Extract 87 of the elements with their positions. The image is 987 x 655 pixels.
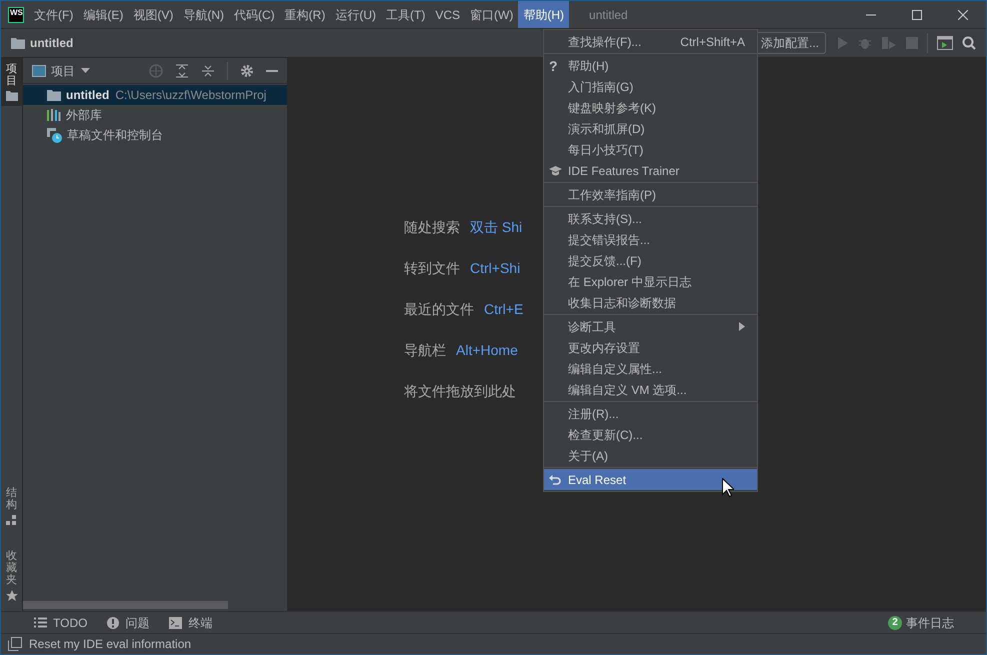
mouse-cursor-icon — [722, 478, 734, 497]
layout-toggle-icon[interactable] — [8, 637, 22, 651]
run-window-icon[interactable] — [937, 36, 953, 50]
menu-item[interactable]: 编辑(E) — [78, 1, 128, 28]
settings-icon[interactable] — [240, 64, 254, 78]
menu-item[interactable]: 在 Explorer 中显示日志 — [544, 271, 757, 292]
window-title: untitled — [589, 6, 628, 24]
tree-row[interactable]: 草稿文件和控制台 — [23, 125, 287, 145]
tree-row[interactable]: untitled C:\Users\uzzf\WebstormProj — [23, 85, 287, 105]
menu-item[interactable]: Eval Reset — [544, 469, 757, 490]
menu-item[interactable]: 窗口(W) — [465, 1, 518, 28]
menu-item[interactable]: 演示和抓屏(D) — [544, 118, 757, 139]
terminal-icon — [169, 616, 182, 628]
question-icon: ? — [549, 58, 558, 72]
menu-item[interactable]: 运行(U) — [330, 1, 382, 28]
tree-label: untitled — [66, 87, 110, 104]
folder-icon — [47, 89, 61, 101]
menu-item[interactable]: 文件(F) — [29, 1, 78, 28]
maximize-icon[interactable] — [912, 10, 922, 20]
menu-item[interactable]: 入门指南(G) — [544, 76, 757, 97]
menu-item[interactable]: 工作效率指南(P) — [544, 184, 757, 205]
menu-item[interactable]: 提交错误报告... — [544, 229, 757, 250]
tool-window-tab[interactable]: 终端 — [169, 614, 212, 632]
scratch-file-icon — [47, 128, 62, 142]
warning-icon — [107, 616, 120, 628]
scrollbar[interactable] — [23, 601, 228, 609]
hint-label: 导航栏 — [404, 341, 446, 360]
folder-icon — [11, 37, 25, 49]
menu-item[interactable]: 编辑自定义属性... — [544, 358, 757, 379]
menu-item[interactable]: 提交反馈...(F) — [544, 250, 757, 271]
tree-label: 草稿文件和控制台 — [67, 127, 163, 144]
shortcut-text: Ctrl+E — [484, 300, 524, 319]
menu-item[interactable]: ? 帮助(H) — [544, 55, 757, 76]
menu-item[interactable]: 诊断工具 — [544, 316, 757, 337]
shortcut-text: Ctrl+Shi — [470, 259, 520, 278]
panel-icon — [32, 64, 46, 76]
star-icon — [6, 590, 18, 602]
shortcut-text: 双击 Shi — [470, 218, 522, 237]
status-message: Reset my IDE eval information — [29, 636, 192, 653]
menu-item[interactable]: 更改内存设置 — [544, 337, 757, 358]
menu-item[interactable]: 检查更新(C)... — [544, 424, 757, 445]
graduation-cap-icon — [549, 166, 562, 176]
tree-label: 外部库 — [66, 107, 102, 124]
menu-item[interactable]: 每日小技巧(T) — [544, 139, 757, 160]
tool-window-tab[interactable]: TODO — [34, 614, 88, 632]
menu-item[interactable]: 联系支持(S)... — [544, 208, 757, 229]
tool-window-tab[interactable]: 问题 — [107, 614, 150, 632]
close-icon[interactable] — [958, 10, 968, 20]
hint-label: 随处搜索 — [404, 218, 460, 237]
breadcrumb-item[interactable]: untitled — [30, 34, 74, 52]
menu-item[interactable]: VCS — [430, 1, 466, 28]
menu-item[interactable]: 重构(R) — [280, 1, 330, 28]
event-log-button[interactable]: 2 事件日志 — [888, 614, 954, 632]
menu-item[interactable]: 视图(V) — [128, 1, 178, 28]
menu-item[interactable]: 收集日志和诊断数据 — [544, 292, 757, 313]
menu-item[interactable]: IDE Features Trainer — [544, 160, 757, 181]
shortcut-text: Alt+Home — [456, 341, 518, 360]
library-icon — [47, 109, 61, 121]
tool-window-tab[interactable]: 结构 — [1, 482, 22, 531]
menu-item[interactable]: 键盘映射参考(K) — [544, 97, 757, 118]
app-logo: WS — [8, 6, 24, 22]
menu-item[interactable]: 注册(R)... — [544, 403, 757, 424]
menu-item[interactable]: 关于(A) — [544, 445, 757, 466]
tool-window-tab[interactable]: 收藏夹 — [1, 544, 22, 607]
view-selector[interactable]: 项目 — [51, 62, 90, 80]
hint-label: 将文件拖放到此处 — [404, 382, 516, 401]
caret-icon — [81, 68, 90, 74]
count-badge: 2 — [888, 616, 902, 630]
menu-item[interactable]: 导航(N) — [178, 1, 229, 28]
list-icon — [34, 617, 47, 628]
minimize-panel-icon[interactable] — [266, 68, 278, 72]
expand-all-icon[interactable] — [175, 64, 189, 78]
menu-item[interactable]: 代码(C) — [229, 1, 280, 28]
path-text: C:\Users\uzzf\WebstormProj — [115, 87, 266, 104]
folder-icon — [6, 91, 18, 102]
menu-item[interactable]: 帮助(H) — [518, 1, 570, 28]
shortcut-text: Ctrl+Shift+A — [680, 34, 745, 50]
tool-window-tab[interactable]: 项目 — [1, 58, 22, 106]
hint-label: 最近的文件 — [404, 300, 474, 319]
structure-icon — [6, 514, 17, 526]
collapse-all-icon[interactable] — [201, 64, 215, 78]
search-icon[interactable] — [962, 36, 976, 50]
undo-icon — [549, 474, 561, 486]
menu-item[interactable]: 编辑自定义 VM 选项... — [544, 379, 757, 400]
tree-row[interactable]: 外部库 — [23, 105, 287, 125]
menu-item[interactable]: 工具(T) — [381, 1, 430, 28]
hint-label: 转到文件 — [404, 259, 460, 278]
